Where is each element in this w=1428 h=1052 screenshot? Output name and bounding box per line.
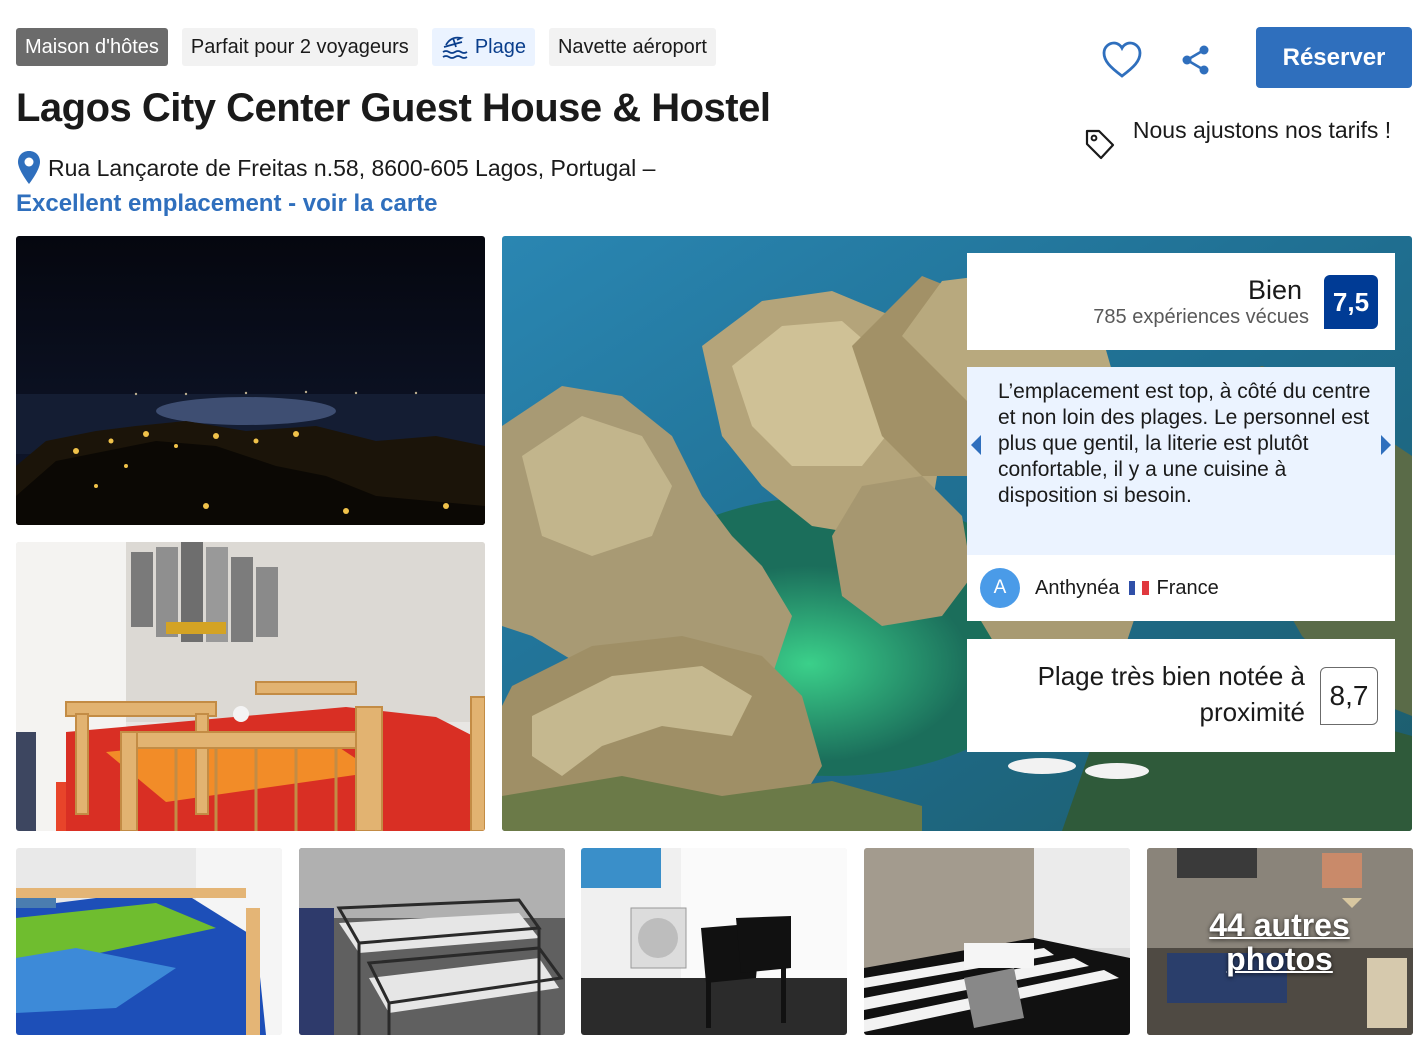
author-name: Anthynéa — [1035, 576, 1120, 599]
more-photos-button[interactable]: 44 autres photos — [1147, 848, 1412, 1035]
property-tags: Maison d'hôtes Parfait pour 2 voyageurs … — [16, 28, 716, 66]
france-flag-icon — [1128, 581, 1149, 595]
photo-night-view[interactable] — [16, 236, 485, 525]
review-score-badge: 7,5 — [1324, 275, 1378, 329]
tag-beach: Plage — [431, 28, 535, 66]
address-text: Rua Lançarote de Freitas n.58, 8600-605 … — [48, 154, 656, 181]
thumbnail-patio[interactable] — [581, 848, 847, 1035]
beach-rating-card: Plage très bien notée à proximité 8,7 — [967, 639, 1395, 752]
address: Rua Lançarote de Freitas n.58, 8600-605 … — [16, 150, 655, 186]
price-tag-icon — [1084, 128, 1116, 162]
review-author: A Anthynéa France — [967, 555, 1395, 621]
review-quote-card: L’emplacement est top, à côté du centre … — [967, 367, 1395, 555]
photo-bedroom[interactable] — [16, 542, 485, 831]
share-icon[interactable] — [1178, 42, 1214, 78]
review-quote-text: L’emplacement est top, à côté du centre … — [998, 380, 1371, 507]
beach-icon — [442, 36, 468, 59]
beach-rating-text: Plage très bien notée à proximité — [1037, 661, 1305, 727]
heart-icon[interactable] — [1100, 40, 1144, 80]
avatar: A — [980, 568, 1020, 608]
tag-property-type: Maison d'hôtes — [16, 28, 168, 66]
location-pin-icon — [18, 151, 40, 184]
more-photos-label: photos — [1226, 940, 1333, 977]
thumbnail-metal-bunks[interactable] — [299, 848, 565, 1035]
tag-ideal-for-two: Parfait pour 2 voyageurs — [181, 28, 418, 66]
previous-review-arrow[interactable] — [967, 433, 985, 457]
thumbnail-striped-bedroom[interactable] — [864, 848, 1130, 1035]
beach-rating-score: 8,7 — [1320, 667, 1378, 725]
score-word: Bien — [1247, 275, 1302, 305]
reserve-button[interactable]: Réserver — [1256, 27, 1412, 88]
review-count: 785 expériences vécues — [1093, 306, 1309, 328]
tag-airport-shuttle: Navette aéroport — [548, 28, 716, 66]
author-country: France — [1156, 576, 1219, 599]
review-score-card[interactable]: Bien 785 expériences vécues 7,5 — [967, 253, 1395, 350]
tag-beach-label: Plage — [474, 35, 526, 58]
view-map-link[interactable]: Excellent emplacement - voir la carte — [16, 190, 438, 218]
property-title: Lagos City Center Guest House & Hostel — [16, 86, 771, 130]
next-review-arrow[interactable] — [1377, 433, 1395, 457]
price-adjust-note: Nous ajustons nos tarifs ! — [1132, 117, 1392, 143]
more-photos-count: 44 autres — [1209, 906, 1350, 943]
thumbnail-bunk-bed-green[interactable] — [16, 848, 282, 1035]
